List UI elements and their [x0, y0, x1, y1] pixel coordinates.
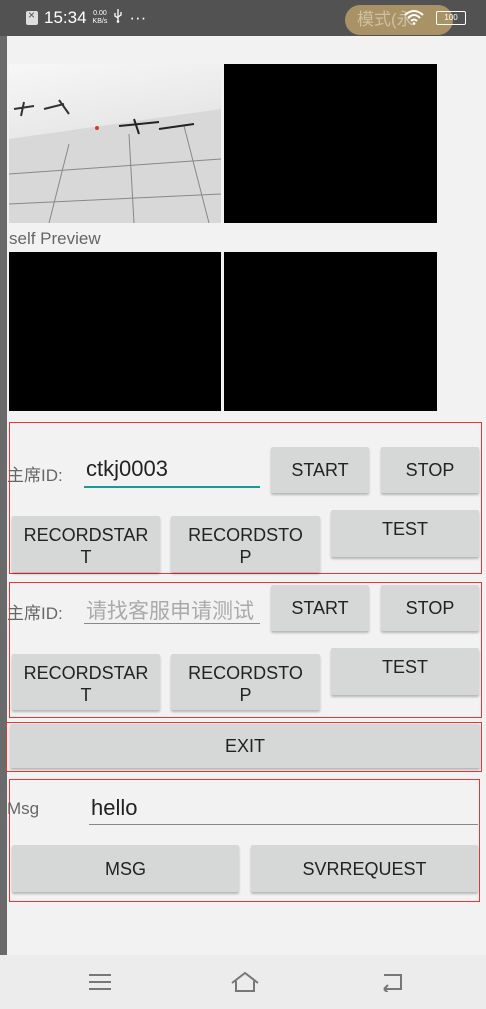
- chair-id-input-2[interactable]: 请找客服申请测试: [86, 595, 260, 625]
- home-icon[interactable]: [230, 971, 260, 998]
- msg-label: Msg: [7, 799, 40, 818]
- usb-icon: [113, 8, 123, 28]
- self-camera-preview: [9, 64, 221, 223]
- status-bar: 15:34 0.00 KB/s ··· 模式(永 100: [0, 0, 486, 36]
- net-speed: 0.00 KB/s: [92, 10, 108, 25]
- chair-id-label-2: 主席ID:: [7, 604, 63, 623]
- record-start-button-1[interactable]: RECORDSTAR T: [12, 516, 160, 572]
- wifi-icon: [404, 9, 424, 30]
- chair-id-input-2-underline: [84, 623, 260, 624]
- record-start-button-2[interactable]: RECORDSTAR T: [12, 654, 160, 710]
- remote-video-3: [224, 252, 437, 411]
- start-button-1[interactable]: START: [271, 447, 369, 493]
- svrrequest-button[interactable]: SVRREQUEST: [251, 845, 478, 892]
- msg-input[interactable]: hello: [91, 795, 471, 821]
- menu-icon[interactable]: [88, 973, 112, 996]
- record-stop-button-2[interactable]: RECORDSTO P: [171, 654, 320, 710]
- remote-video-2: [9, 252, 221, 411]
- chair-id-input-1-underline: [84, 486, 260, 488]
- status-left: 15:34 0.00 KB/s ···: [26, 8, 146, 28]
- chair-id-input-1[interactable]: ctkj0003: [86, 456, 260, 482]
- chair-id-label-1: 主席ID:: [7, 466, 63, 485]
- background-edge: [0, 36, 7, 956]
- stop-button-2[interactable]: STOP: [381, 585, 479, 631]
- stop-button-1[interactable]: STOP: [381, 447, 479, 493]
- back-icon[interactable]: [380, 972, 404, 997]
- navigation-bar: [0, 955, 486, 1009]
- msg-input-underline: [89, 824, 478, 825]
- test-button-1[interactable]: TEST: [331, 510, 479, 557]
- self-preview-label: self Preview: [9, 229, 101, 248]
- remote-video-1: [224, 64, 437, 223]
- battery-indicator: 100: [436, 11, 466, 25]
- more-notifications: ···: [129, 8, 147, 27]
- exit-button[interactable]: EXIT: [10, 724, 480, 768]
- test-button-2[interactable]: TEST: [331, 648, 479, 695]
- clock: 15:34: [44, 8, 87, 27]
- msg-button[interactable]: MSG: [12, 845, 239, 892]
- sim-icon: [26, 8, 38, 25]
- start-button-2[interactable]: START: [271, 585, 369, 631]
- record-stop-button-1[interactable]: RECORDSTO P: [171, 516, 320, 572]
